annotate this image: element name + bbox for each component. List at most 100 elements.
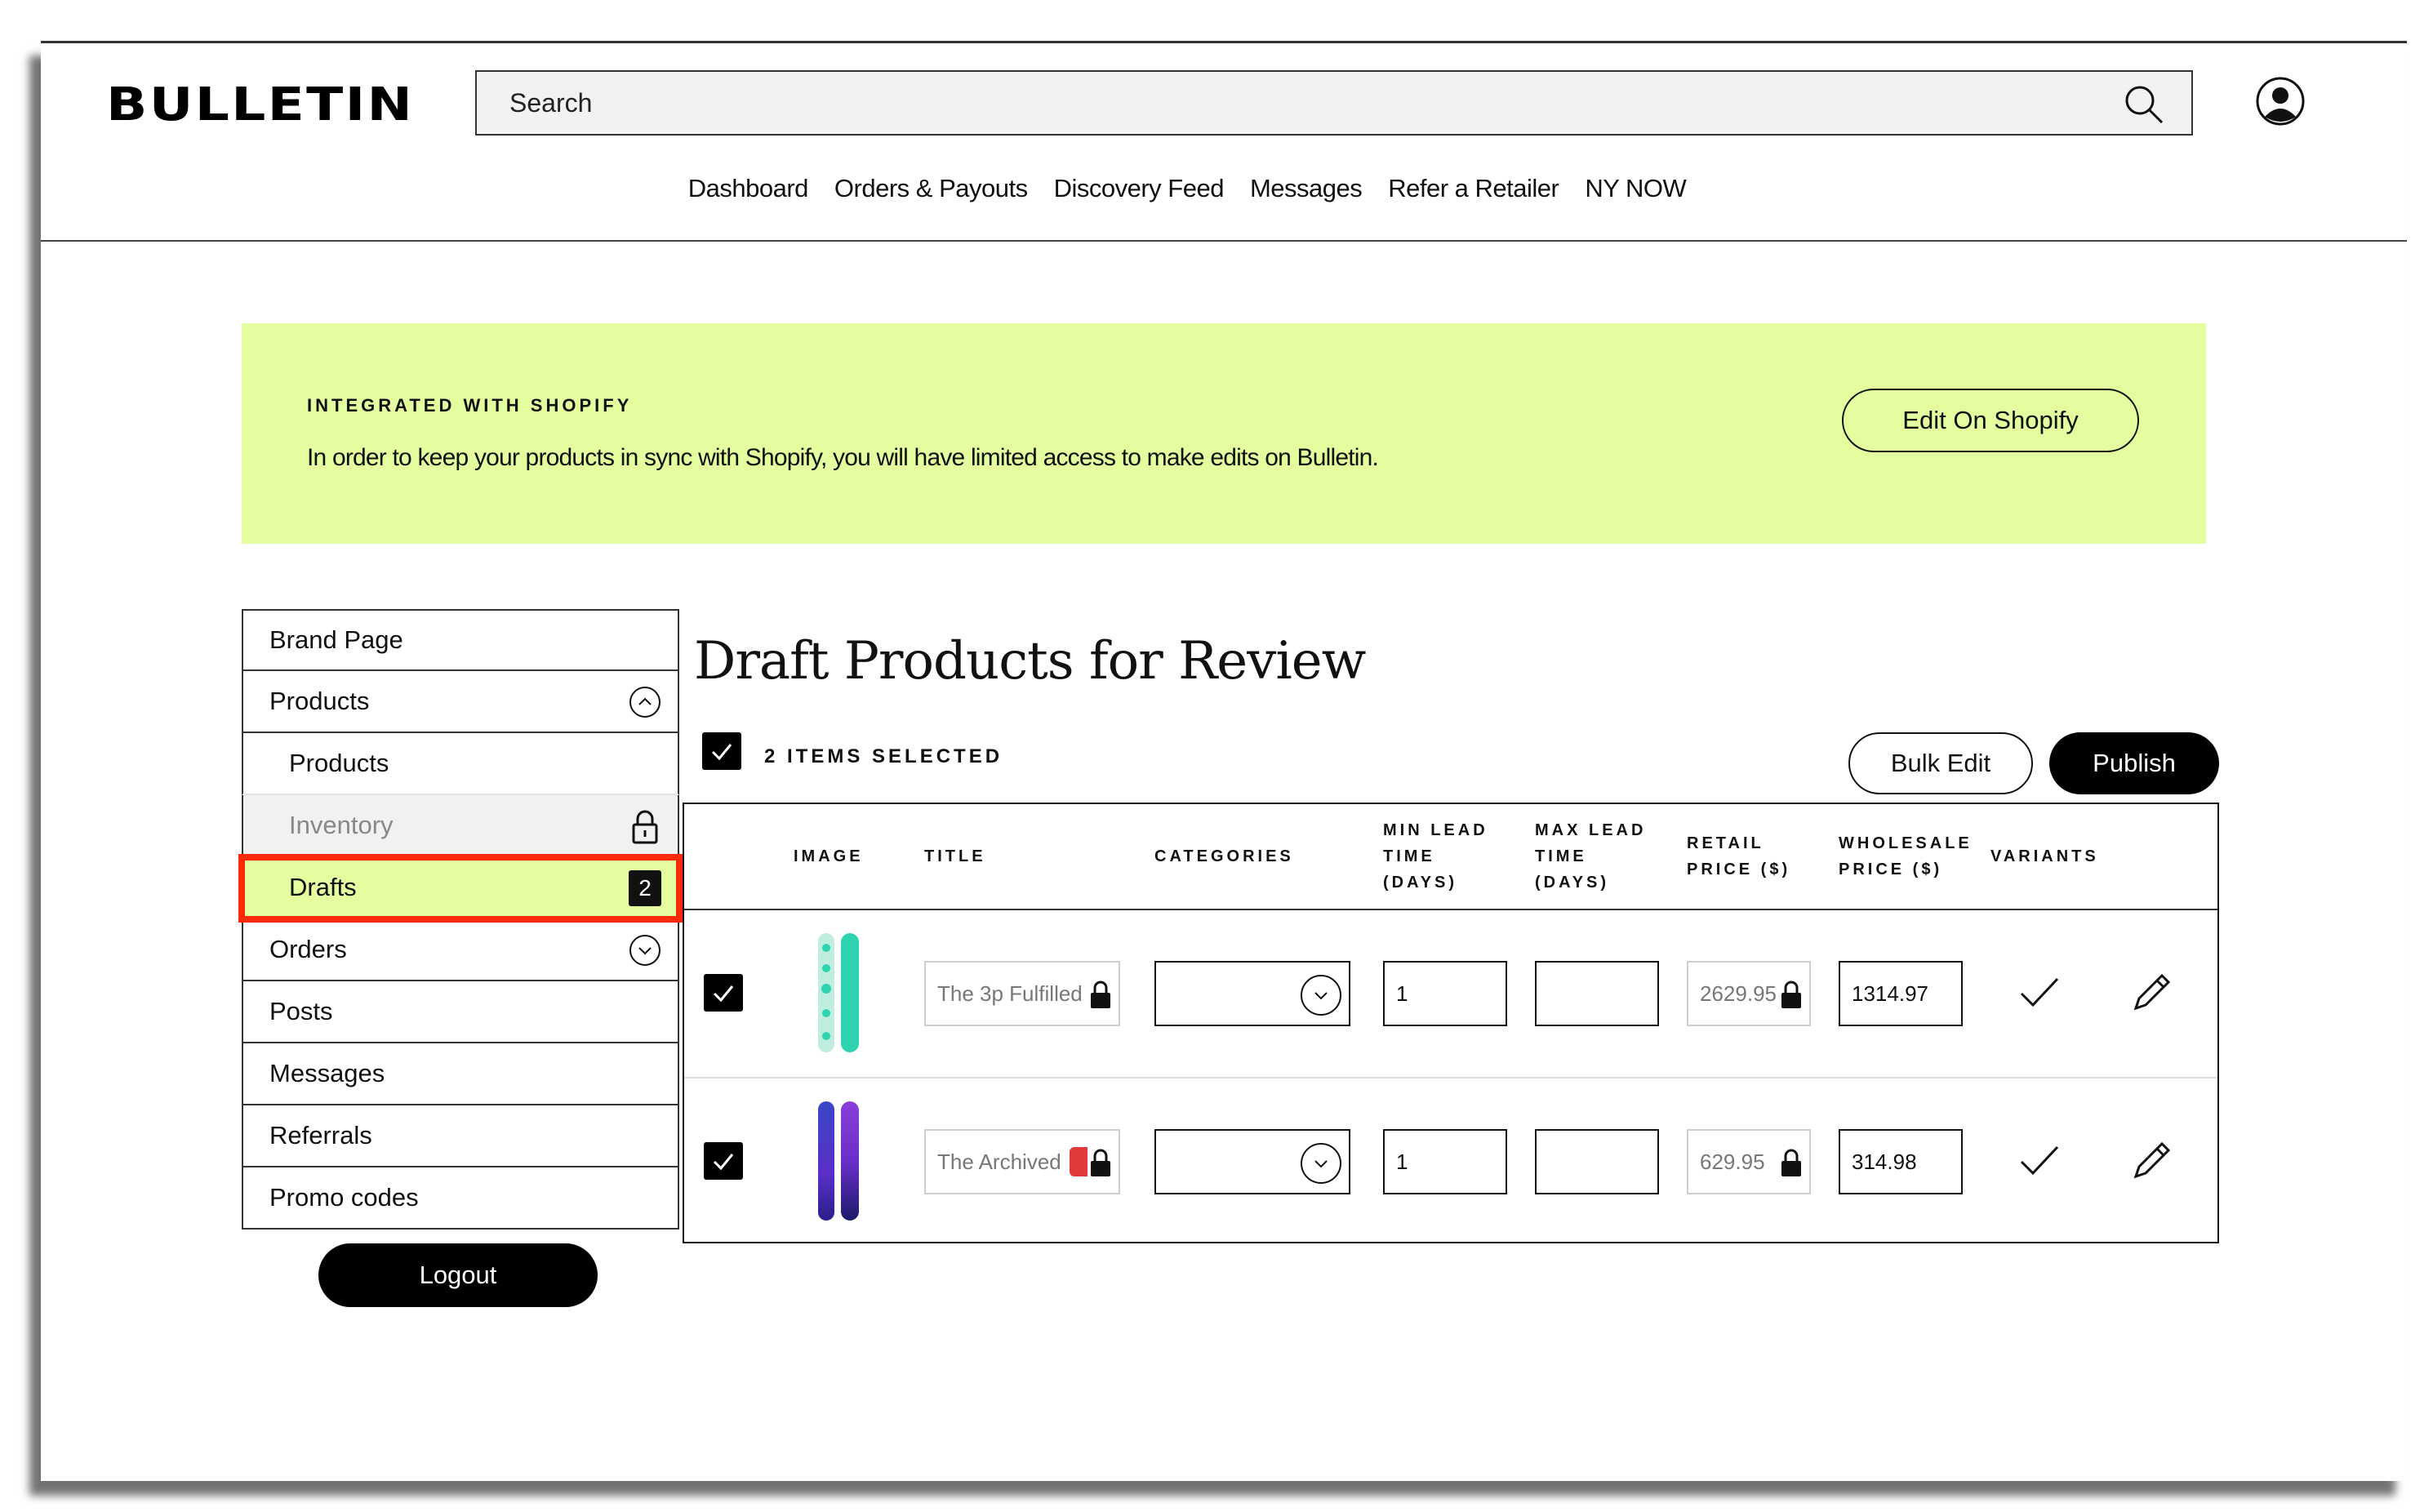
retail-price-value: 629.95 (1700, 1149, 1765, 1174)
sidebar-item-label: Products (289, 749, 389, 777)
retail-price-field: 2629.95 (1687, 961, 1811, 1026)
product-image-snowboard-purple[interactable] (815, 1100, 864, 1222)
sidebar-item-promo-codes[interactable]: Promo codes (242, 1167, 679, 1230)
wholesale-price-input[interactable]: 314.98 (1839, 1129, 1963, 1194)
check-icon (2020, 1145, 2059, 1176)
sidebar-item-label: Promo codes (269, 1183, 419, 1212)
page-title: Draft Products for Review (694, 631, 1366, 692)
title-field: The Archived (924, 1129, 1120, 1194)
header-line: TIME (1383, 847, 1435, 865)
max-lead-input[interactable] (1535, 1129, 1659, 1194)
title-value: The Archived (937, 1149, 1061, 1174)
lock-icon (1088, 979, 1114, 1010)
bulk-edit-button[interactable]: Bulk Edit (1848, 732, 2033, 794)
search-input[interactable] (509, 87, 2061, 118)
header-line: (DAYS) (1383, 874, 1458, 892)
header-line: PRICE ($) (1687, 861, 1791, 878)
checkmark-icon (713, 1154, 734, 1171)
title-value: The 3p Fulfilled (937, 981, 1083, 1006)
chevron-up-icon[interactable] (629, 686, 661, 718)
banner-text: In order to keep your products in sync w… (307, 444, 1379, 471)
max-lead-input[interactable] (1535, 961, 1659, 1026)
pencil-edit-icon[interactable] (2128, 1136, 2177, 1185)
header-line: PRICE ($) (1839, 861, 1943, 878)
row-checkbox[interactable] (704, 1142, 743, 1180)
col-header-retail: RETAIL PRICE ($) (1687, 830, 1790, 883)
header-line: (DAYS) (1535, 874, 1610, 892)
nav-dashboard[interactable]: Dashboard (688, 174, 809, 203)
lock-icon (1778, 1147, 1804, 1178)
categories-select[interactable] (1154, 961, 1350, 1026)
lock-icon (632, 810, 658, 844)
sidebar-item-label: Inventory (289, 811, 394, 839)
min-lead-input[interactable]: 1 (1383, 1129, 1507, 1194)
row-divider (684, 1077, 2217, 1078)
sidebar: Brand Page Products Products Inventory D… (238, 609, 683, 1230)
nav-refer-retailer[interactable]: Refer a Retailer (1388, 174, 1559, 203)
selected-count: 2 ITEMS SELECTED (764, 745, 1003, 767)
col-header-wholesale: WHOLESALE PRICE ($) (1839, 830, 1973, 883)
nav-ny-now[interactable]: NY NOW (1585, 174, 1686, 203)
sidebar-item-label: Brand Page (269, 625, 403, 654)
sidebar-item-label: Drafts (289, 873, 357, 901)
sidebar-item-products[interactable]: Products (242, 671, 679, 733)
col-header-max-lead: MAX LEAD TIME (DAYS) (1535, 817, 1646, 896)
search-icon[interactable] (2123, 83, 2165, 126)
lock-icon (1088, 1147, 1114, 1178)
chevron-down-icon[interactable] (1300, 1142, 1342, 1185)
col-header-variants: VARIANTS (1990, 847, 2099, 865)
chevron-down-icon[interactable] (1300, 974, 1342, 1016)
col-header-min-lead: MIN LEAD TIME (DAYS) (1383, 817, 1488, 896)
header-line: TIME (1535, 847, 1587, 865)
sidebar-item-referrals[interactable]: Referrals (242, 1105, 679, 1167)
categories-select[interactable] (1154, 1129, 1350, 1194)
chevron-down-icon[interactable] (629, 934, 661, 967)
bulletin-logo[interactable]: BULLETIN (106, 82, 414, 128)
sidebar-subitem-inventory[interactable]: Inventory (242, 795, 679, 857)
product-image-snowboard-teal[interactable] (815, 932, 864, 1054)
logout-button[interactable]: Logout (318, 1243, 598, 1307)
title-field: The 3p Fulfilled (924, 961, 1120, 1026)
header-line: RETAIL (1687, 834, 1764, 852)
sidebar-item-label: Posts (269, 997, 333, 1025)
nav-orders-payouts[interactable]: Orders & Payouts (834, 174, 1028, 203)
sidebar-item-label: Referrals (269, 1121, 372, 1150)
check-icon (2020, 977, 2059, 1007)
shopify-banner: INTEGRATED WITH SHOPIFY In order to keep… (242, 323, 2206, 544)
wholesale-price-input[interactable]: 1314.97 (1839, 961, 1963, 1026)
drafts-table: IMAGE TITLE CATEGORIES MIN LEAD TIME (DA… (683, 803, 2219, 1243)
header-line: MAX LEAD (1535, 821, 1647, 839)
account-icon[interactable] (2255, 76, 2306, 127)
sidebar-subitem-products[interactable]: Products (242, 733, 679, 795)
sidebar-item-brand-page[interactable]: Brand Page (242, 609, 679, 671)
select-all-checkbox[interactable] (702, 732, 741, 770)
col-header-categories: CATEGORIES (1154, 847, 1294, 865)
publish-button[interactable]: Publish (2049, 732, 2219, 794)
header-divider (684, 909, 2217, 910)
retail-price-field: 629.95 (1687, 1129, 1811, 1194)
lock-icon (1778, 979, 1804, 1010)
sidebar-item-label: Messages (269, 1059, 385, 1087)
page-frame: BULLETIN Dashboard Orders & Payouts Disc… (41, 41, 2407, 1481)
checkmark-icon (711, 744, 732, 761)
header-line: MIN LEAD (1383, 821, 1488, 839)
col-header-image: IMAGE (794, 847, 864, 865)
sidebar-item-label: Orders (269, 935, 347, 963)
sidebar-subitem-drafts[interactable]: Drafts 2 (238, 854, 683, 923)
edit-on-shopify-button[interactable]: Edit On Shopify (1842, 389, 2139, 452)
sidebar-item-posts[interactable]: Posts (242, 981, 679, 1043)
main-nav: Dashboard Orders & Payouts Discovery Fee… (41, 174, 2407, 203)
col-header-title: TITLE (924, 847, 986, 865)
retail-price-value: 2629.95 (1700, 981, 1777, 1006)
sidebar-item-orders[interactable]: Orders (242, 919, 679, 981)
min-lead-input[interactable]: 1 (1383, 961, 1507, 1026)
sidebar-item-messages[interactable]: Messages (242, 1043, 679, 1105)
banner-title: INTEGRATED WITH SHOPIFY (307, 395, 633, 416)
pencil-edit-icon[interactable] (2128, 967, 2177, 1016)
header-divider (41, 240, 2407, 242)
header-line: WHOLESALE (1839, 834, 1973, 852)
row-checkbox[interactable] (704, 974, 743, 1012)
nav-messages[interactable]: Messages (1250, 174, 1363, 203)
search-bar[interactable] (475, 70, 2193, 136)
nav-discovery-feed[interactable]: Discovery Feed (1054, 174, 1225, 203)
